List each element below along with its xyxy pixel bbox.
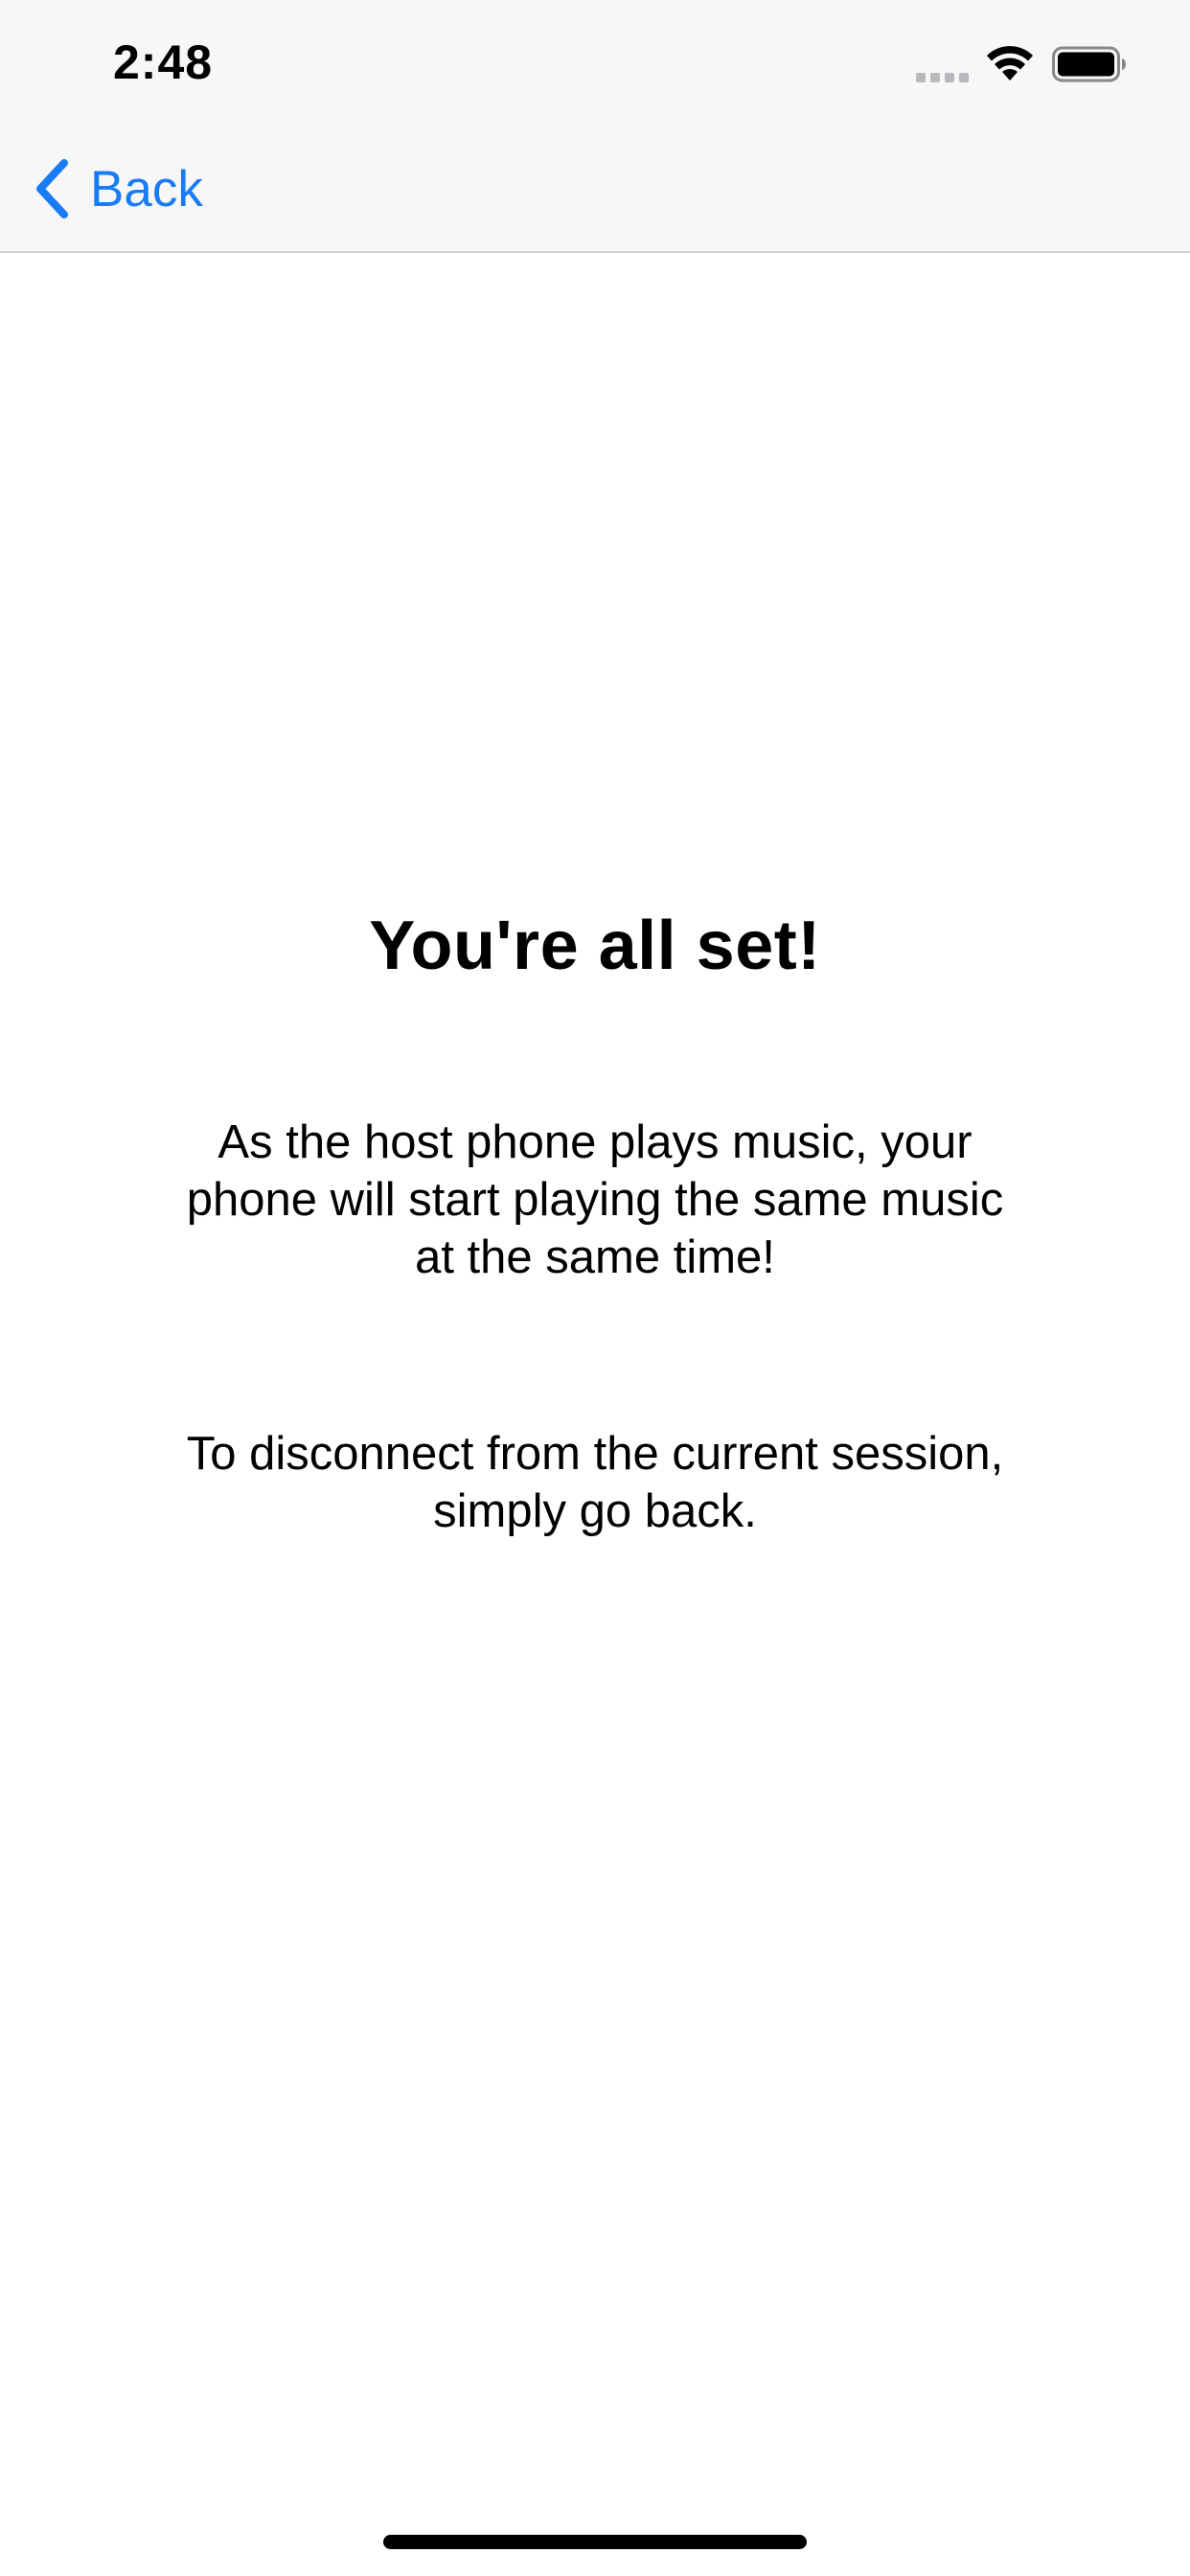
page-title: You're all set!	[369, 908, 821, 984]
home-indicator[interactable]	[383, 2535, 807, 2549]
status-bar: 2:48	[0, 0, 1190, 126]
navigation-bar: Back	[0, 126, 1190, 253]
top-chrome: 2:48 Back	[0, 0, 1190, 253]
back-button-label: Back	[90, 160, 203, 218]
wifi-icon	[987, 46, 1033, 80]
cellular-signal-icon	[916, 69, 972, 82]
chevron-left-icon	[36, 159, 68, 218]
instructions-text: As the host phone plays music, your phon…	[186, 1116, 1004, 1283]
status-time: 2:48	[113, 35, 214, 89]
screen: 2:48 Back You're all set! As the host ph…	[0, 0, 1190, 2576]
battery-icon	[1052, 46, 1126, 82]
back-button[interactable]: Back	[33, 155, 203, 222]
disconnect-hint-text: To disconnect from the current session, …	[186, 1428, 1004, 1537]
